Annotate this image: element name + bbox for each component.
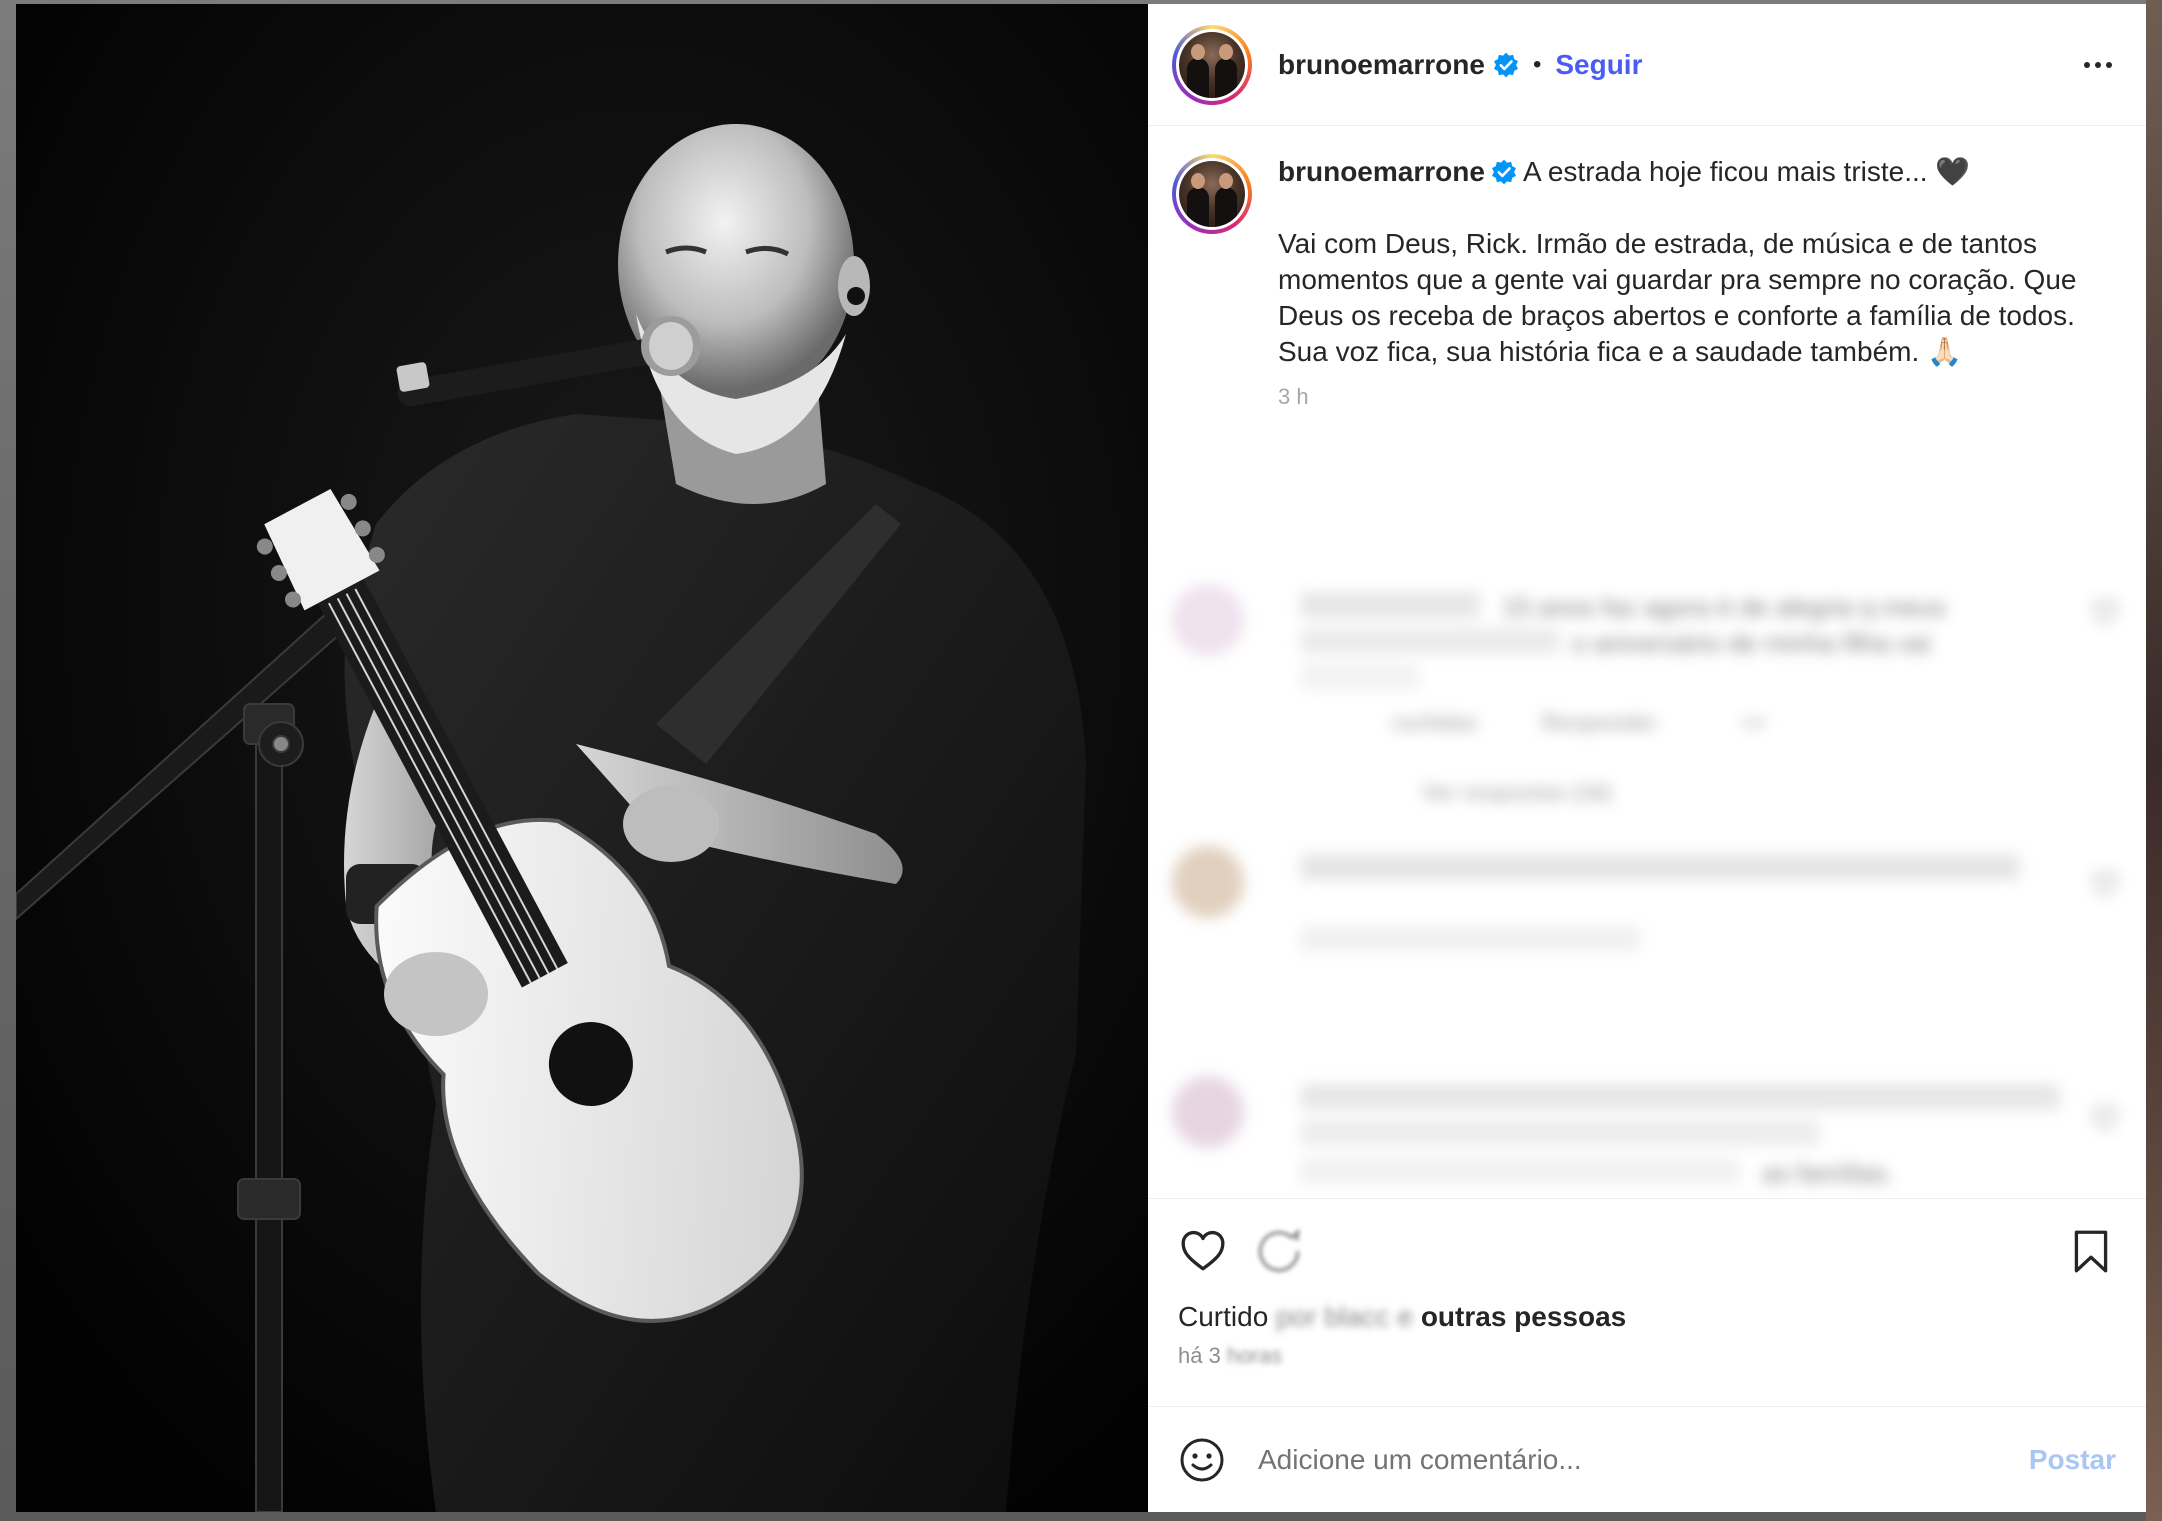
avatar-image <box>1179 161 1245 227</box>
more-options-icon[interactable] <box>2078 45 2118 85</box>
caption-avatar[interactable] <box>1172 154 1252 234</box>
add-comment-bar: Postar <box>1148 1406 2146 1512</box>
separator-dot: • <box>1532 50 1542 78</box>
post-comment-button[interactable]: Postar <box>2029 1444 2116 1476</box>
heart-icon[interactable] <box>1178 1226 1228 1276</box>
comment-like-icon[interactable] <box>2092 872 2118 898</box>
action-bar <box>1178 1223 2116 1279</box>
post-photo[interactable] <box>16 4 1148 1512</box>
verified-badge-icon <box>1491 159 1516 185</box>
comments-section[interactable]: brunoemarrone A estrada hoje ficou mais … <box>1148 126 2146 1198</box>
author-username[interactable]: brunoemarrone <box>1278 49 1485 81</box>
comment-text: o aniversário de minha filha vai <box>1572 628 1931 658</box>
photo-performer-with-guitar <box>16 4 1148 1512</box>
comment-likes[interactable]: curtidas <box>1392 710 1478 736</box>
view-replies-button[interactable]: Ver respostas (16) <box>1422 780 1612 806</box>
comment-icon[interactable] <box>1254 1226 1304 1276</box>
verified-badge-icon <box>1493 52 1518 77</box>
post-timestamp: há 3 horas <box>1178 1343 1282 1368</box>
avatar-image <box>1179 31 1245 98</box>
comment-like-icon[interactable] <box>2092 600 2118 626</box>
post-actions-footer: Curtido por blacc e outras pessoas há 3 … <box>1148 1198 2146 1406</box>
follow-button[interactable]: Seguir <box>1555 49 1642 81</box>
caption-first-line: A estrada hoje ficou mais triste... 🖤 <box>1522 156 1971 187</box>
post-caption: brunoemarrone A estrada hoje ficou mais … <box>1172 154 2118 410</box>
commenter-avatar <box>1172 584 1244 656</box>
post-header: brunoemarrone • Seguir <box>1148 4 2146 126</box>
blurred-comments: 15 anos faz agora é de alegria q meus o … <box>1148 546 2146 1198</box>
emoji-icon[interactable] <box>1178 1436 1226 1484</box>
post-modal: brunoemarrone • Seguir brunoemarrone A e… <box>16 4 2146 1512</box>
comment-input[interactable] <box>1258 1443 2029 1476</box>
comment-like-icon[interactable] <box>2092 1106 2118 1132</box>
caption-username[interactable]: brunoemarrone <box>1278 156 1485 187</box>
comment-text: as famílias. <box>1762 1158 1894 1188</box>
caption-timestamp[interactable]: 3 h <box>1278 384 2098 410</box>
bookmark-icon[interactable] <box>2066 1226 2116 1276</box>
caption-body-text: Vai com Deus, Rick. Irmão de estrada, de… <box>1278 228 2077 367</box>
commenter-avatar <box>1172 846 1244 918</box>
reply-button[interactable]: Responder <box>1542 710 1657 736</box>
post-side-panel: brunoemarrone • Seguir brunoemarrone A e… <box>1148 4 2146 1512</box>
comment-more[interactable]: ••• <box>1742 710 1765 736</box>
author-avatar[interactable] <box>1172 24 1252 105</box>
commenter-avatar <box>1172 1076 1244 1148</box>
likes-summary[interactable]: Curtido por blacc e outras pessoas <box>1178 1301 2116 1333</box>
backdrop-strip <box>2146 0 2162 1521</box>
comment-text: 15 anos faz agora é de alegria q meus <box>1502 592 1946 622</box>
